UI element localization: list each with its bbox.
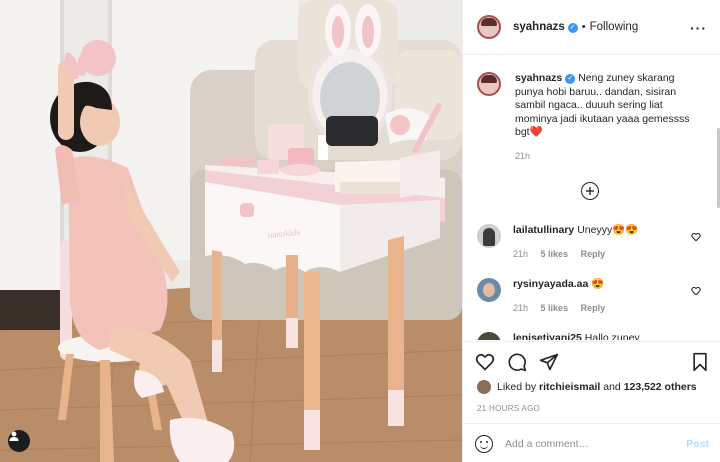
post-photo[interactable]: nanokids [0,0,462,462]
liked-by-user[interactable]: ritchieismail [539,381,600,393]
caption-time[interactable]: 21h [515,151,530,161]
comment-item: lenisetiyani25 Hallo zuney [477,332,713,340]
comment-meta: 21h 5 likes Reply [513,302,701,316]
post-header: syahnazs ✓ • Following ··· [463,0,720,55]
comment-emoji: 😍 [591,278,605,290]
more-options-icon[interactable]: ··· [690,20,707,36]
photo-illustration: nanokids [0,0,462,462]
comment-username[interactable]: lailatullinary [513,224,574,236]
liker-avatar[interactable] [477,380,491,394]
comment-meta: 21h 5 likes Reply [513,248,701,262]
following-button[interactable]: Following [590,21,639,33]
like-heart-icon[interactable] [475,352,495,372]
comments-list: syahnazs ✓ Neng zuney skarang punya hobi … [463,56,720,340]
caption-meta: 21h [515,150,703,164]
comment-username[interactable]: rysinyayada.aa [513,278,588,290]
post-timestamp[interactable]: 21 HOURS AGO [477,404,540,413]
add-comment-input[interactable]: Add a comment… [505,438,589,450]
author-username[interactable]: syahnazs [513,21,565,33]
comment-item: lailatullinary Uneyyy😍😍 21h 5 likes Repl… [477,224,713,261]
plus-icon [586,187,594,195]
liked-by-and: and [603,381,621,393]
instagram-post: nanokids syahnazs ✓ • Following ··· syah… [0,0,720,462]
liked-by-summary: Liked by ritchieismail and 123,522 other… [477,380,697,394]
verified-badge-icon: ✓ [567,23,578,33]
reply-button[interactable]: Reply [581,249,606,259]
post-comment-button[interactable]: Post [686,438,709,450]
caption-avatar[interactable] [477,72,501,96]
comment-username[interactable]: lenisetiyani25 [513,332,582,340]
commenter-avatar[interactable] [477,278,501,302]
comment-item: rysinyayada.aa 😍 21h 5 likes Reply [477,278,713,315]
reply-button[interactable]: Reply [581,303,606,313]
comment-bubble-icon[interactable] [507,352,527,372]
share-paper-plane-icon[interactable] [539,352,559,372]
comment-time[interactable]: 21h [513,303,528,313]
comment-text: Hallo zuney [584,332,640,340]
author-avatar[interactable] [477,15,501,39]
like-comment-heart-icon[interactable] [691,286,701,296]
comment-text: Uneyyy [577,224,613,236]
post-actions: Liked by ritchieismail and 123,522 other… [463,341,720,462]
commenter-avatar[interactable] [477,224,501,248]
liked-by-others-count[interactable]: 123,522 others [624,381,697,393]
commenter-avatar[interactable] [477,332,501,340]
like-comment-heart-icon[interactable] [691,232,701,242]
tagged-people-button[interactable] [8,430,30,452]
comment-likes[interactable]: 5 likes [541,303,569,313]
user-tag-icon [9,431,19,441]
liked-by-prefix: Liked by [497,381,537,393]
add-comment-bar: Add a comment… Post [463,423,720,462]
comment-emoji: 😍😍 [612,224,639,236]
comment-likes[interactable]: 5 likes [541,249,569,259]
comment-time[interactable]: 21h [513,249,528,259]
emoji-picker-icon[interactable] [475,434,493,453]
caption-emoji: ❤️ [529,126,543,138]
post-details-panel: syahnazs ✓ • Following ··· syahnazs ✓ Neng z… [462,0,720,462]
caption: syahnazs ✓ Neng zuney skarang punya hobi … [477,72,713,163]
caption-username[interactable]: syahnazs [515,72,562,84]
load-more-comments-button[interactable] [581,182,599,200]
verified-badge-icon: ✓ [565,74,576,84]
action-icons [475,352,559,372]
dot-separator: • [581,21,586,33]
bookmark-icon[interactable] [691,352,709,372]
